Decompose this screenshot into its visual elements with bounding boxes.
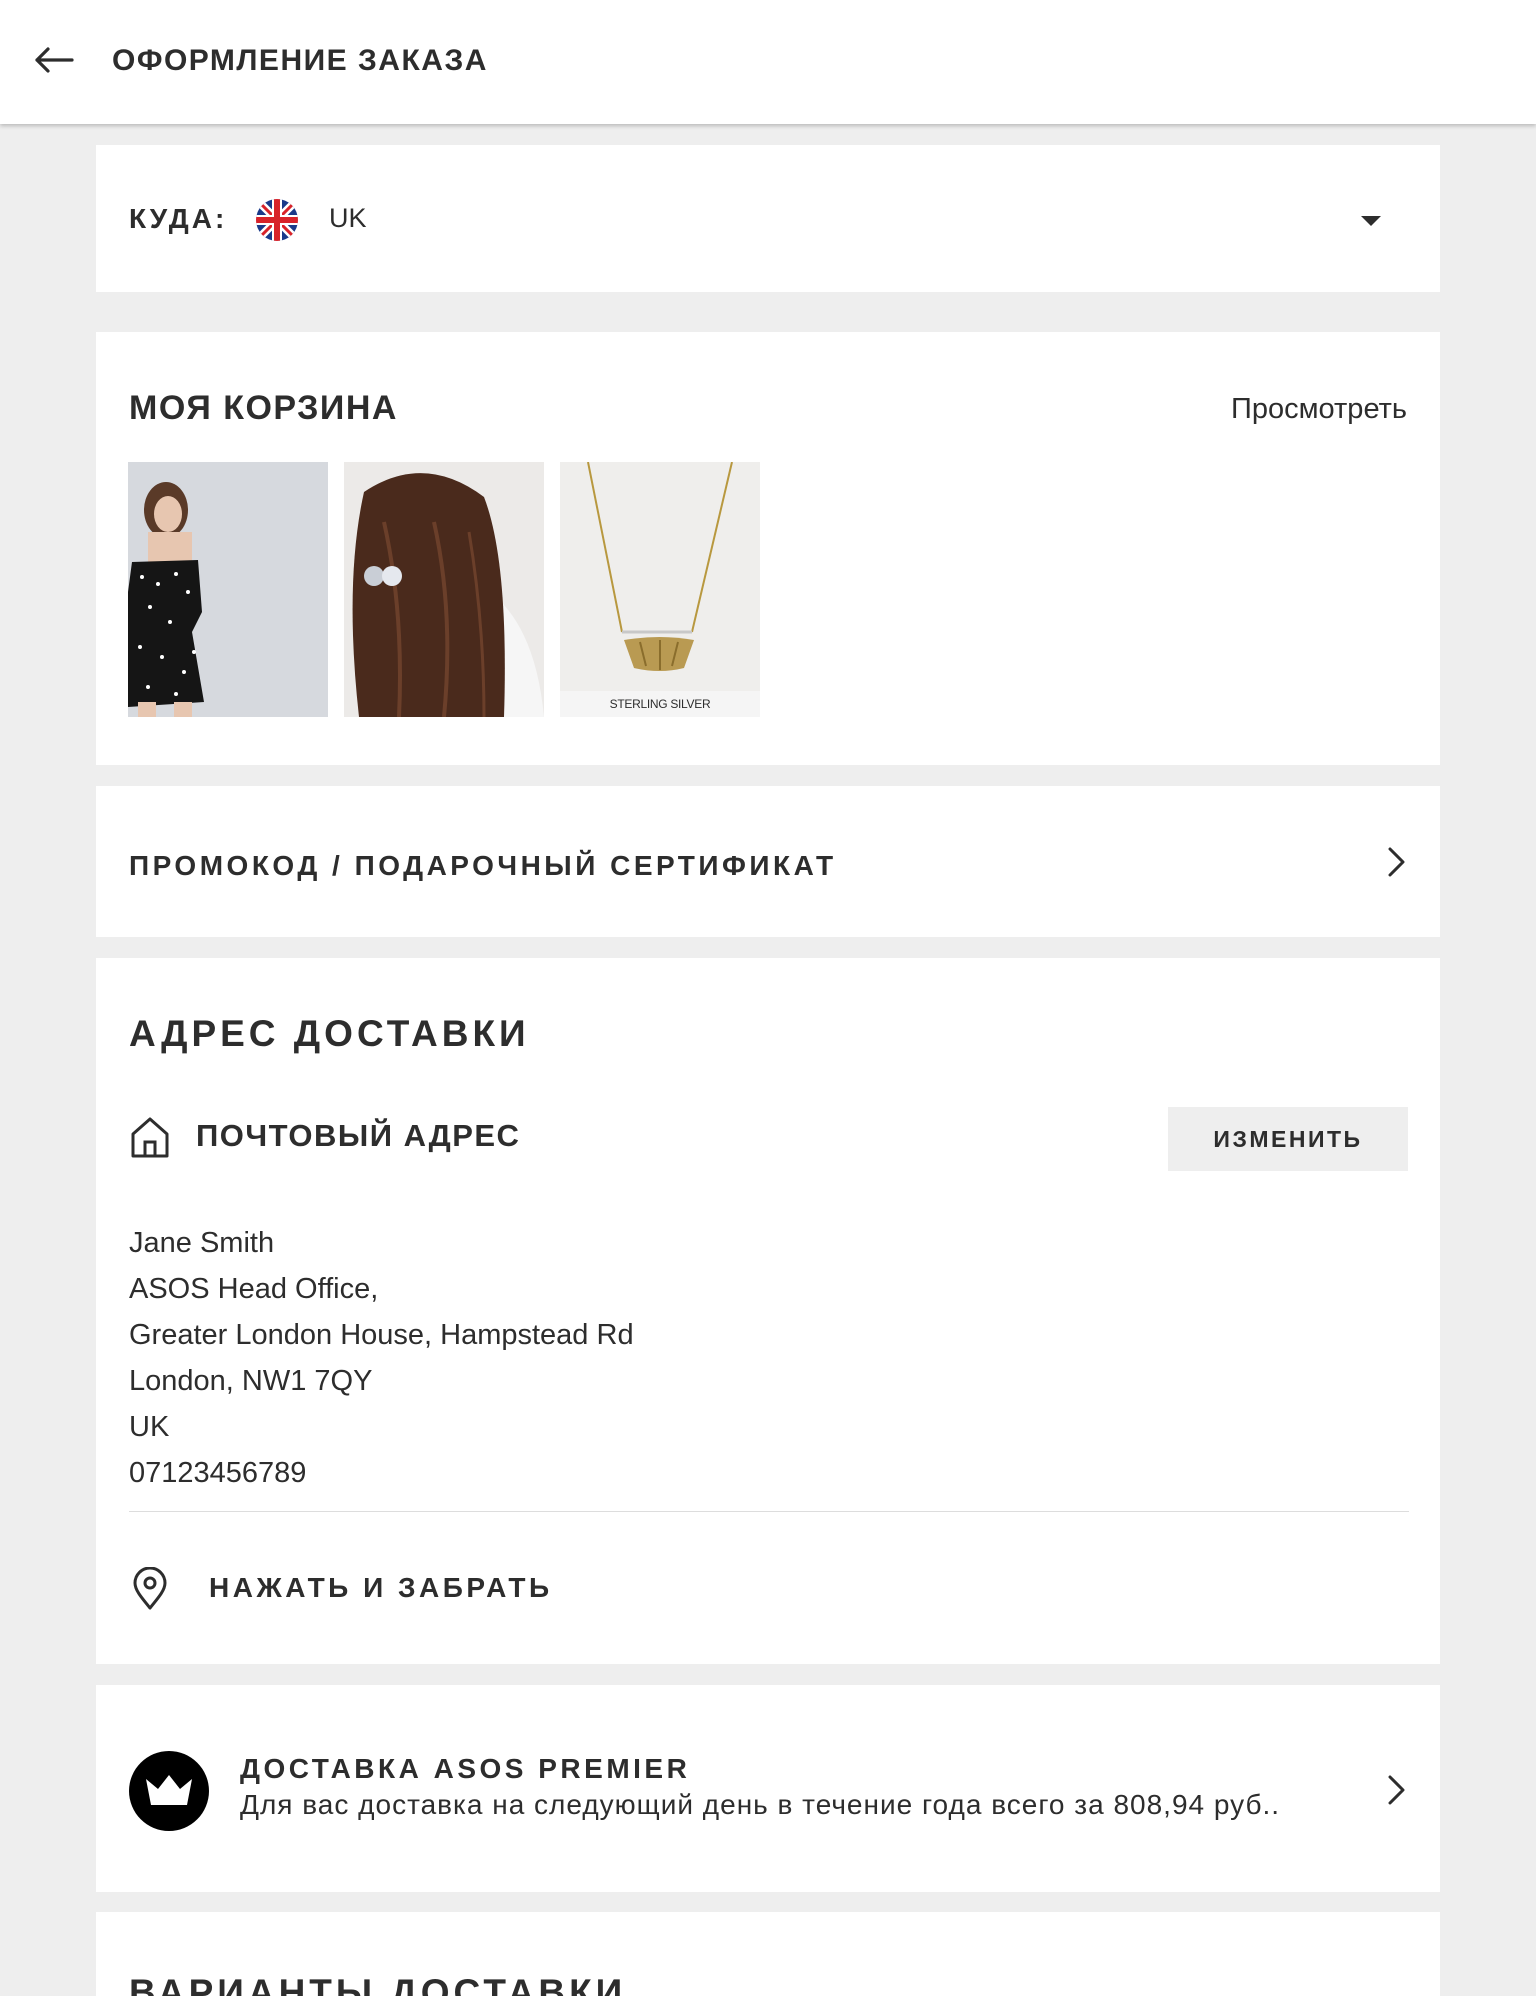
dress-image xyxy=(128,462,328,717)
chevron-right-icon xyxy=(1385,1773,1409,1807)
product-caption: STERLING SILVER xyxy=(560,691,760,717)
address-lines: Jane Smith ASOS Head Office, Greater Lon… xyxy=(129,1220,634,1496)
house-icon xyxy=(129,1116,171,1160)
destination-label: КУДА: xyxy=(129,203,228,234)
checkout-header: ОФОРМЛЕНИЕ ЗАКАЗА xyxy=(0,0,1536,124)
destination-card: КУДА: UK xyxy=(96,145,1440,292)
premier-description: Для вас доставка на следующий день в теч… xyxy=(240,1789,1281,1820)
address-city-postcode: London, NW1 7QY xyxy=(129,1365,373,1397)
edit-address-button[interactable]: ИЗМЕНИТЬ xyxy=(1168,1107,1408,1171)
necklace-image xyxy=(560,462,760,691)
page-title: ОФОРМЛЕНИЕ ЗАКАЗА xyxy=(112,44,488,77)
hair-clip-image xyxy=(344,462,544,717)
bag-title: МОЯ КОРЗИНА xyxy=(129,389,398,427)
delivery-options-title: ВАРИАНТЫ ДОСТАВКИ xyxy=(129,1972,627,1996)
product-thumbnail-necklace[interactable]: STERLING SILVER xyxy=(560,462,760,717)
address-line-1: ASOS Head Office, xyxy=(129,1273,379,1305)
promo-code-card[interactable]: ПРОМОКОД / ПОДАРОЧНЫЙ СЕРТИФИКАТ xyxy=(96,786,1440,937)
address-line-2: Greater London House, Hampstead Rd xyxy=(129,1319,634,1351)
divider xyxy=(129,1511,1409,1512)
product-thumbnail-dress[interactable] xyxy=(128,462,328,717)
back-button[interactable] xyxy=(30,38,78,82)
product-thumbnail-hair-clip[interactable] xyxy=(344,462,544,717)
delivery-options-card: ВАРИАНТЫ ДОСТАВКИ xyxy=(96,1912,1440,1996)
location-pin-icon xyxy=(131,1566,169,1611)
promo-code-label: ПРОМОКОД / ПОДАРОЧНЫЙ СЕРТИФИКАТ xyxy=(129,850,837,881)
address-type-label: ПОЧТОВЫЙ АДРЕС xyxy=(196,1118,521,1153)
crown-icon xyxy=(129,1751,209,1831)
delivery-address-card: АДРЕС ДОСТАВКИ ПОЧТОВЫЙ АДРЕС ИЗМЕНИТЬ J… xyxy=(96,958,1440,1664)
premier-title: ДОСТАВКА ASOS PREMIER xyxy=(240,1753,691,1784)
destination-country[interactable]: UK xyxy=(329,203,367,234)
arrow-left-icon xyxy=(35,47,74,73)
caret-down-icon[interactable] xyxy=(1358,213,1384,229)
view-bag-link[interactable]: Просмотреть xyxy=(1231,393,1407,426)
address-country: UK xyxy=(129,1411,170,1443)
address-name: Jane Smith xyxy=(129,1227,275,1259)
click-and-collect-option[interactable]: НАЖАТЬ И ЗАБРАТЬ xyxy=(209,1572,553,1604)
address-phone: 07123456789 xyxy=(129,1457,307,1489)
delivery-address-title: АДРЕС ДОСТАВКИ xyxy=(129,1013,530,1054)
chevron-right-icon xyxy=(1385,845,1409,879)
bag-card: МОЯ КОРЗИНА Просмотреть STERLING SILVER xyxy=(96,332,1440,765)
asos-premier-card[interactable]: ДОСТАВКА ASOS PREMIER Для вас доставка н… xyxy=(96,1685,1440,1892)
uk-flag-icon xyxy=(256,199,298,241)
